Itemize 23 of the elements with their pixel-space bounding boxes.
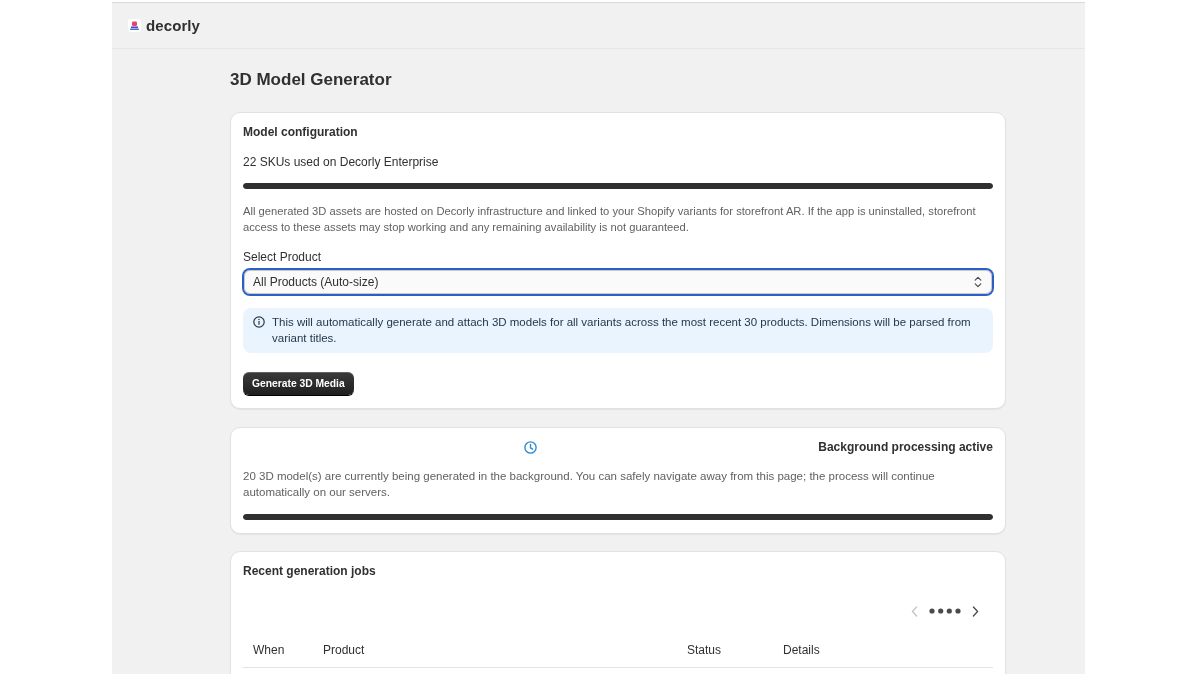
- card-title: Model configuration: [243, 124, 358, 140]
- select-label: Select Product: [243, 249, 322, 265]
- info-text: This will automatically generate and attach 3D models for all variants across the most recent 30 products. Dimensions will be parsed from variant titles.: [272, 315, 972, 346]
- chevron-right-icon: [972, 605, 979, 617]
- up-down-chevron-icon: [974, 276, 982, 288]
- dots-icon: [929, 608, 961, 614]
- app-name: decorly: [146, 17, 201, 34]
- column-header: Product: [313, 633, 677, 668]
- column-header: Details: [773, 633, 993, 668]
- product-select[interactable]: All Products (Auto-size): [243, 269, 993, 295]
- clock-icon: [524, 440, 538, 454]
- generate-button[interactable]: Generate 3D Media: [243, 372, 354, 395]
- chevron-left-icon: [911, 605, 918, 617]
- notice-text: All generated 3D assets are hosted on Decorly infrastructure and linked to your Shopify variants for storefront AR. If the app is uninstalled, storefront access to these assets may stop working and any remaining availability is not guaranteed.: [243, 204, 977, 235]
- column-header: Status: [677, 633, 773, 668]
- usage-text: 22 SKUs used on Decorly Enterprise: [243, 154, 439, 170]
- page-title: 3D Model Generator: [230, 70, 392, 90]
- column-header: When: [243, 633, 313, 668]
- info-icon: [253, 316, 265, 328]
- message-text: 20 3D model(s) are currently being generated in the background. You can safely navigate away from this page; the process will continue automatically on our servers.: [243, 469, 936, 500]
- card-title: Recent generation jobs: [243, 563, 376, 579]
- status-text: Background processing active: [818, 439, 993, 455]
- logo-icon: [128, 19, 141, 32]
